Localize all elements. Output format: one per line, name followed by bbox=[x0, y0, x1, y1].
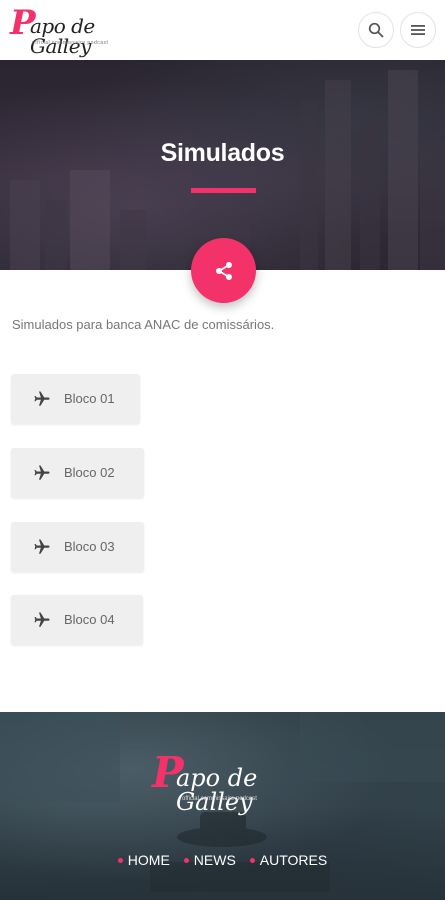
airplane-icon bbox=[34, 465, 50, 480]
footer-nav-home[interactable]: HOME bbox=[117, 852, 170, 868]
title-underline bbox=[191, 188, 256, 193]
bloco-03-button[interactable]: Bloco 03 bbox=[11, 522, 144, 572]
bloco-label: Bloco 01 bbox=[64, 391, 115, 406]
bloco-04-button[interactable]: Bloco 04 bbox=[11, 595, 143, 645]
logo-text: apo de Galley bbox=[30, 14, 95, 58]
menu-button[interactable] bbox=[400, 12, 436, 48]
site-header: P apo de Galley official commissaire pod… bbox=[0, 0, 445, 60]
footer-nav-label: HOME bbox=[127, 852, 170, 868]
nav-bullet bbox=[183, 857, 189, 863]
intro-text: Simulados para banca ANAC de comissários… bbox=[12, 317, 275, 332]
footer-logo-tagline: official commissaire podcast bbox=[182, 796, 257, 802]
nav-bullet bbox=[249, 857, 255, 863]
airplane-icon bbox=[34, 391, 50, 406]
hamburger-menu-icon bbox=[411, 25, 425, 35]
bloco-01-button[interactable]: Bloco 01 bbox=[11, 374, 140, 424]
share-button[interactable] bbox=[191, 238, 256, 303]
footer-nav-autores[interactable]: AUTORES bbox=[249, 852, 328, 868]
footer-logo-text: apo de Galley bbox=[176, 764, 258, 816]
bloco-label: Bloco 02 bbox=[64, 465, 115, 480]
bloco-02-button[interactable]: Bloco 02 bbox=[11, 448, 144, 498]
footer-logo[interactable]: P apo de Galley official commissaire pod… bbox=[152, 752, 297, 816]
search-icon bbox=[368, 22, 384, 38]
nav-bullet bbox=[117, 857, 123, 863]
footer-nav-label: NEWS bbox=[193, 852, 236, 868]
footer-nav-label: AUTORES bbox=[259, 852, 328, 868]
search-button[interactable] bbox=[358, 12, 394, 48]
bloco-label: Bloco 04 bbox=[64, 612, 115, 627]
page-title: Simulados bbox=[160, 139, 285, 167]
bloco-label: Bloco 03 bbox=[64, 539, 115, 554]
airplane-icon bbox=[34, 539, 50, 554]
site-footer: P apo de Galley official commissaire pod… bbox=[0, 712, 445, 900]
site-logo[interactable]: P apo de Galley official commissaire pod… bbox=[10, 6, 120, 56]
footer-nav: HOME NEWS AUTORES bbox=[0, 852, 445, 868]
airplane-icon bbox=[34, 612, 50, 627]
share-icon bbox=[215, 261, 232, 280]
logo-tagline: official commissaire podcast bbox=[32, 40, 109, 46]
footer-nav-news[interactable]: NEWS bbox=[183, 852, 236, 868]
